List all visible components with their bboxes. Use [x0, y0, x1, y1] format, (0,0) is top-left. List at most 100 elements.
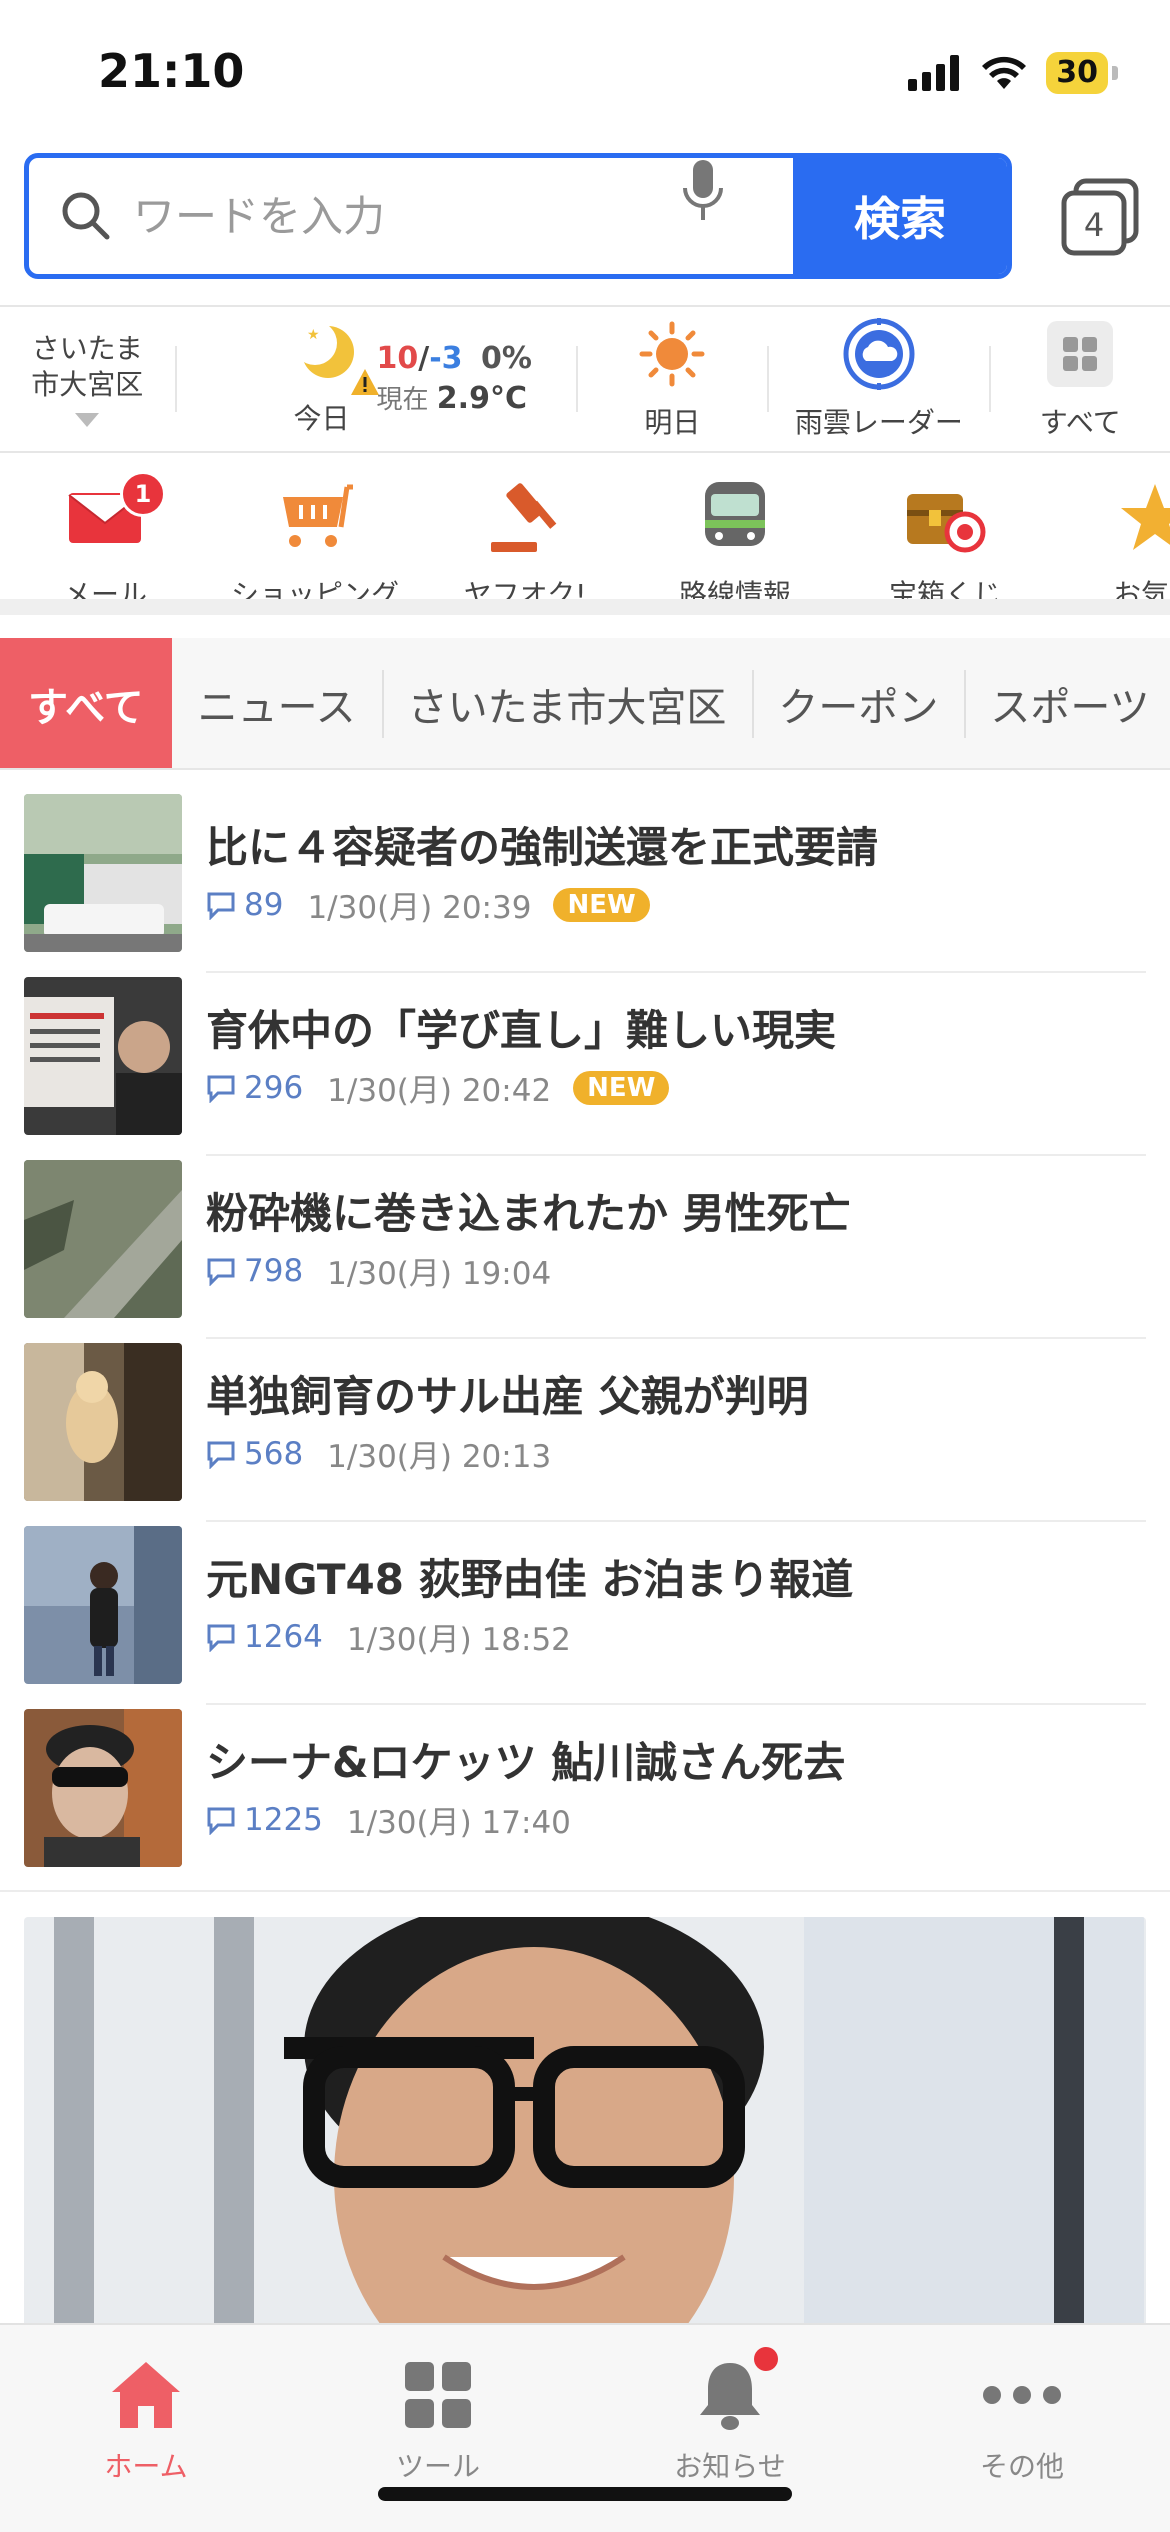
news-item[interactable]: 粉砕機に巻き込まれたか 男性死亡 798 1/30(月) 19:04 [0, 1156, 1170, 1339]
news-time: 1/30(月) 17:40 [346, 1805, 571, 1841]
search-field[interactable] [29, 158, 673, 274]
service-label: ヤフオク! [463, 578, 587, 611]
nav-home[interactable]: ホーム [0, 2325, 292, 2532]
location-line2: 市大宮区 [31, 368, 144, 401]
news-title: 育休中の「学び直し」難しい現実 [206, 1006, 837, 1055]
tab-local[interactable]: さいたま市大宮区 [381, 638, 753, 768]
news-meta: 296 1/30(月) 20:42 NEW [206, 1065, 670, 1110]
tomorrow-label: 明日 [644, 406, 701, 439]
comment-icon [207, 1075, 235, 1103]
search-icon [62, 192, 110, 240]
now-prefix: 現在 [376, 385, 429, 415]
comment-icon [207, 892, 235, 920]
temperatures: 10/-3 0% [376, 341, 532, 376]
tab-all[interactable]: すべて [0, 638, 172, 768]
weather-tomorrow[interactable]: 明日 [578, 317, 767, 441]
tab-coupon[interactable]: クーポン [752, 638, 964, 768]
tabs-button[interactable]: 4 [1060, 177, 1140, 257]
news-thumbnail [24, 977, 182, 1135]
service-mail[interactable]: 1 メール [0, 455, 210, 599]
wifi-icon [982, 56, 1027, 89]
news-item[interactable]: 比に４容疑者の強制送還を正式要請 89 1/30(月) 20:39 NEW [0, 790, 1170, 973]
news-list: 比に４容疑者の強制送還を正式要請 89 1/30(月) 20:39 NEW 育休… [0, 790, 1170, 1892]
battery-cap [1112, 66, 1118, 80]
new-badge: NEW [573, 1070, 670, 1105]
mic-button[interactable] [673, 158, 733, 274]
rain-radar[interactable]: 雨雲レーダー [769, 317, 988, 441]
comment-icon [207, 1258, 235, 1286]
comment-icon [207, 1441, 235, 1469]
news-item[interactable]: 元NGT48 荻野由佳 お泊まり報道 1264 1/30(月) 18:52 [0, 1522, 1170, 1705]
auction-gavel-icon [491, 483, 557, 552]
grid-icon [1047, 321, 1114, 387]
news-thumbnail [24, 1160, 182, 1318]
tab-sports[interactable]: スポーツ [964, 638, 1170, 768]
today-label: 今日 [293, 402, 350, 435]
home-indicator [378, 2487, 792, 2501]
nav-label: お知らせ [674, 2450, 786, 2483]
news-time: 1/30(月) 20:39 [307, 890, 532, 926]
news-title: 元NGT48 荻野由佳 お泊まり報道 [206, 1555, 854, 1604]
low-temp: -3 [429, 341, 463, 376]
comment-count: 1225 [206, 1802, 323, 1838]
radar-label: 雨雲レーダー [794, 406, 963, 439]
search-button[interactable]: 検索 [793, 158, 1007, 274]
comment-count-value: 296 [244, 1069, 304, 1106]
news-item[interactable]: 単独飼育のサル出産 父親が判明 568 1/30(月) 20:13 [0, 1339, 1170, 1522]
comment-count: 296 [206, 1070, 303, 1106]
treasure-box-icon [907, 494, 986, 553]
service-auction[interactable]: ヤフオク! [420, 455, 630, 599]
nav-more[interactable]: その他 [876, 2325, 1168, 2532]
comment-count: 568 [206, 1436, 303, 1472]
tools-grid-icon [405, 2362, 471, 2428]
nav-label: ホーム [104, 2450, 188, 2483]
nav-label: その他 [979, 2450, 1064, 2483]
bell-icon [700, 2363, 760, 2430]
tab-news[interactable]: ニュース [172, 638, 382, 768]
service-shopping[interactable]: ショッピング [210, 455, 420, 599]
weather-all[interactable]: すべて [991, 317, 1170, 441]
comment-count: 1264 [206, 1619, 323, 1655]
news-time: 1/30(月) 20:42 [327, 1073, 552, 1109]
service-label: メール [62, 578, 147, 611]
tabs-icon: 4 [1061, 178, 1139, 256]
weather-location[interactable]: さいたま 市大宮区 [0, 331, 175, 427]
all-label: すべて [1039, 406, 1121, 439]
new-badge: NEW [553, 887, 650, 922]
notification-dot [754, 2347, 778, 2371]
service-label: 路線情報 [678, 578, 791, 611]
news-title: 比に４容疑者の強制送還を正式要請 [206, 823, 879, 872]
now-temp: 2.9°C [436, 381, 527, 416]
comment-count-value: 89 [244, 886, 284, 923]
weather-strip: さいたま 市大宮区 ★ 今日 10/-3 0% 現在 2.9°C 明日 雨雲レー… [0, 305, 1170, 453]
sun-icon [639, 321, 705, 387]
comment-count-value: 568 [244, 1435, 304, 1472]
news-thumbnail [24, 1709, 182, 1867]
service-transit[interactable]: 路線情報 [630, 455, 840, 599]
more-dots-icon [983, 2386, 1061, 2404]
service-label: ショッピング [230, 578, 399, 611]
shopping-cart-icon [283, 484, 353, 547]
precipitation: 0% [481, 341, 532, 376]
current-temp: 現在 2.9°C [377, 379, 527, 416]
news-time: 1/30(月) 18:52 [346, 1622, 571, 1658]
news-item[interactable]: シーナ&ロケッツ 鮎川誠さん死去 1225 1/30(月) 17:40 [0, 1705, 1170, 1888]
battery-indicator: 30 [1046, 52, 1108, 94]
high-temp: 10 [376, 341, 419, 376]
weather-today[interactable]: ★ 今日 10/-3 0% 現在 2.9°C [177, 305, 576, 453]
comment-icon [207, 1807, 235, 1835]
service-favorites[interactable]: お気に [1050, 455, 1170, 599]
news-meta: 1225 1/30(月) 17:40 [206, 1797, 571, 1842]
search-box: 検索 [24, 153, 1012, 279]
service-icons: 1 メール ショッピング ヤフオク! 路線情報 宝箱くじ お気 [0, 455, 1170, 615]
search-input[interactable] [133, 191, 653, 241]
location-line1: さいたま [31, 332, 143, 365]
divider [0, 1890, 1170, 1892]
service-treasure[interactable]: 宝箱くじ [840, 455, 1050, 599]
news-meta: 1264 1/30(月) 18:52 [206, 1614, 571, 1659]
comment-count-value: 798 [244, 1252, 304, 1289]
news-meta: 568 1/30(月) 20:13 [206, 1431, 551, 1476]
feature-image[interactable] [24, 1917, 1146, 2327]
mail-badge: 1 [120, 471, 166, 517]
news-item[interactable]: 育休中の「学び直し」難しい現実 296 1/30(月) 20:42 NEW [0, 973, 1170, 1156]
